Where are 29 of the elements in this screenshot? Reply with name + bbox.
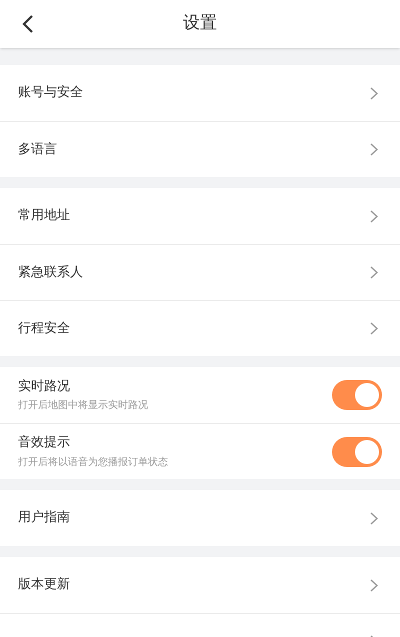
chevron-right-icon — [370, 578, 378, 592]
setting-label: 账号与安全 — [18, 84, 84, 102]
setting-label: 行程安全 — [18, 320, 71, 338]
settings-row[interactable]: 多语言 — [0, 121, 400, 177]
settings-row[interactable]: 常用地址 — [0, 188, 400, 244]
chevron-right-icon — [370, 86, 378, 100]
chevron-right-icon — [370, 322, 378, 335]
setting-label: 紧急联系人 — [18, 264, 84, 282]
settings-row[interactable]: 行程安全 — [0, 300, 400, 356]
chevron-right-icon — [370, 512, 378, 524]
settings-row[interactable]: 用户指南 — [0, 490, 400, 546]
setting-label: 常用地址 — [18, 207, 71, 226]
setting-label: 实时路况 — [18, 378, 71, 396]
setting-description: 打开后地图中将显示实时路况 — [18, 398, 149, 414]
setting-label: 版本更新 — [18, 576, 71, 594]
chevron-right-icon — [370, 210, 378, 222]
toggle-switch[interactable] — [332, 380, 382, 410]
chevron-right-icon — [370, 266, 378, 279]
settings-row[interactable]: 账号与安全 — [0, 65, 400, 121]
back-icon — [22, 14, 34, 34]
setting-label: 音效提示 — [18, 434, 71, 452]
chevron-right-icon — [370, 143, 378, 156]
setting-description: 打开后将以语音为您播报订单状态 — [18, 456, 169, 470]
setting-label: 用户指南 — [18, 509, 71, 528]
settings-row[interactable]: 紧急联系人 — [0, 244, 400, 300]
toggle-switch[interactable] — [332, 436, 382, 466]
settings-row[interactable]: 版本更新 — [0, 557, 400, 613]
setting-label: 多语言 — [18, 140, 58, 159]
page-title: 设置 — [183, 12, 217, 36]
